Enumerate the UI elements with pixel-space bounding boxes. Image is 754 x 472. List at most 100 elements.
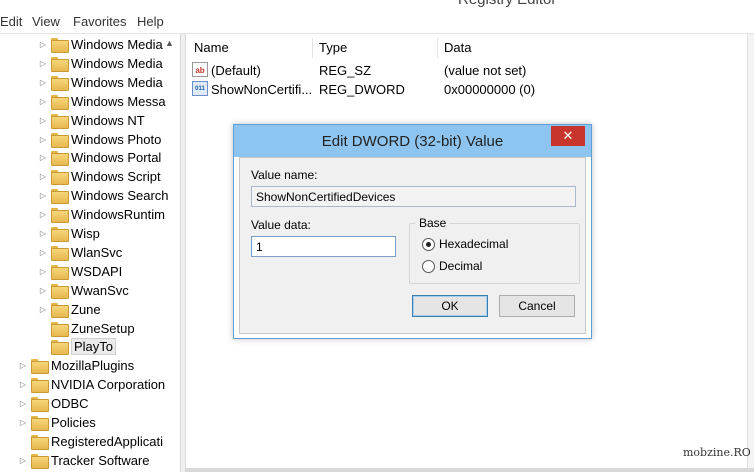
expand-arrow-icon[interactable]: ▷ — [38, 300, 48, 319]
tree-item[interactable]: ▷ Windows Script — [38, 167, 161, 186]
expand-arrow-icon[interactable]: ▷ — [38, 92, 48, 111]
value-type: REG_DWORD — [319, 82, 405, 97]
folder-icon — [51, 170, 69, 186]
window-title: Registry Editor — [458, 0, 556, 8]
folder-icon — [51, 340, 69, 356]
expand-arrow-icon[interactable]: ▷ — [38, 111, 48, 130]
tree-scroll-up-arrow-icon[interactable]: ▲ — [165, 38, 174, 48]
tree-item-label: MozillaPlugins — [51, 358, 135, 374]
expand-arrow-icon[interactable]: ▷ — [38, 167, 48, 186]
tree-item-label: Windows Portal — [71, 150, 162, 166]
radio-unchecked-icon[interactable] — [422, 259, 435, 273]
value-data-field[interactable] — [251, 236, 396, 257]
radio-checked-icon[interactable] — [422, 237, 435, 251]
tree-item-label: Windows Media — [71, 55, 163, 71]
tree-item[interactable]: ▷ WSDAPI — [38, 262, 122, 281]
tree-item[interactable]: ▷ Windows Photo — [38, 130, 161, 149]
tree-item[interactable]: ▷ Windows Portal — [38, 148, 161, 167]
expand-arrow-icon[interactable]: ▷ — [18, 356, 28, 375]
expand-arrow-icon[interactable]: ▷ — [38, 35, 48, 54]
tree-item[interactable]: ▷ Windows NT — [38, 111, 145, 130]
folder-icon — [51, 321, 69, 337]
cancel-button[interactable]: Cancel — [499, 295, 575, 317]
tree-item[interactable]: ▷ Windows Messa — [38, 92, 166, 111]
tree-item[interactable]: ▷ Windows Media — [38, 35, 163, 54]
tree-item[interactable]: ▷ WlanSvc — [38, 243, 122, 262]
tree-item[interactable]: ▷ Windows Search — [38, 186, 169, 205]
tree-item[interactable]: ▷ Windows Media — [38, 73, 163, 92]
tree-item-label: Windows NT — [71, 112, 145, 128]
column-header-data[interactable]: Data — [444, 40, 471, 55]
list-item[interactable]: ab (Default) REG_SZ (value not set) — [186, 61, 746, 80]
tree-item-label: RegisteredApplicati — [51, 433, 164, 449]
menu-help[interactable]: Help — [137, 14, 164, 29]
tree-item[interactable]: PlayTo — [38, 337, 117, 356]
tree-item-label: Windows Messa — [71, 93, 166, 109]
tree-item[interactable]: ▷ Policies — [18, 413, 96, 432]
column-header-type[interactable]: Type — [319, 40, 347, 55]
tree-item[interactable]: ▷ Tracker Software — [18, 451, 150, 470]
folder-icon — [31, 434, 49, 450]
tree-item[interactable]: ▷ Wisp — [38, 224, 100, 243]
hexadecimal-radio[interactable]: Hexadecimal — [422, 237, 508, 251]
tree-item[interactable]: ZuneSetup — [38, 319, 135, 338]
value-data: (value not set) — [444, 63, 527, 78]
tree-line-icon — [18, 432, 28, 451]
expand-arrow-icon[interactable]: ▷ — [18, 413, 28, 432]
tree-item[interactable]: ▷ NVIDIA Corporation — [18, 375, 165, 394]
window-titlebar: Registry Editor — [0, 0, 754, 10]
value-name: (Default) — [211, 63, 261, 78]
expand-arrow-icon[interactable]: ▷ — [38, 73, 48, 92]
tree-item-label: ODBC — [51, 396, 89, 412]
expand-arrow-icon[interactable]: ▷ — [38, 54, 48, 73]
list-item[interactable]: 011 ShowNonCertifi... REG_DWORD 0x000000… — [186, 80, 746, 99]
tree-item-label: WlanSvc — [71, 244, 123, 260]
column-separator[interactable] — [312, 38, 313, 58]
expand-arrow-icon[interactable]: ▷ — [38, 243, 48, 262]
tree-item[interactable]: ▷ Windows Media — [38, 54, 163, 73]
menu-favorites[interactable]: Favorites — [73, 14, 126, 29]
close-button[interactable]: ✕ — [551, 126, 585, 146]
expand-arrow-icon[interactable]: ▷ — [38, 281, 48, 300]
edit-dword-dialog: Edit DWORD (32-bit) Value ✕ Value name: … — [233, 124, 592, 339]
folder-icon — [51, 151, 69, 167]
expand-arrow-icon[interactable]: ▷ — [18, 375, 28, 394]
tree-item-label: Windows Script — [71, 169, 161, 185]
expand-arrow-icon[interactable]: ▷ — [38, 224, 48, 243]
tree-item[interactable]: ▷ ODBC — [18, 394, 89, 413]
values-vertical-scrollbar[interactable] — [747, 34, 754, 468]
expand-arrow-icon[interactable]: ▷ — [38, 130, 48, 149]
value-name-field[interactable] — [251, 186, 576, 207]
folder-icon — [51, 189, 69, 205]
menu-view[interactable]: View — [32, 14, 60, 29]
value-name-label: Value name: — [251, 168, 318, 182]
tree-item[interactable]: ▷ WwanSvc — [38, 281, 129, 300]
tree-item[interactable]: ▷ Zune — [38, 300, 101, 319]
expand-arrow-icon[interactable]: ▷ — [38, 186, 48, 205]
dialog-title: Edit DWORD (32-bit) Value — [321, 133, 504, 150]
decimal-radio[interactable]: Decimal — [422, 259, 482, 273]
dialog-titlebar[interactable]: Edit DWORD (32-bit) Value ✕ — [234, 125, 591, 157]
folder-icon — [51, 208, 69, 224]
column-separator[interactable] — [437, 38, 438, 58]
expand-arrow-icon[interactable]: ▷ — [18, 394, 28, 413]
registry-key-tree[interactable]: ▷ Windows Media ▷ Windows Media ▷ Windows Med… — [0, 34, 180, 472]
expand-arrow-icon[interactable]: ▷ — [38, 262, 48, 281]
tree-item-label: Zune — [71, 301, 101, 317]
tree-item[interactable]: ▷ MozillaPlugins — [18, 356, 134, 375]
folder-icon — [31, 453, 49, 469]
tree-item-label: WSDAPI — [71, 263, 123, 279]
menu-edit[interactable]: Edit — [0, 14, 22, 29]
value-data-label: Value data: — [251, 218, 311, 232]
tree-item[interactable]: RegisteredApplicati — [18, 432, 163, 451]
expand-arrow-icon[interactable]: ▷ — [38, 148, 48, 167]
expand-arrow-icon[interactable]: ▷ — [38, 205, 48, 224]
tree-item-label: WindowsRuntim — [71, 207, 165, 223]
folder-icon — [31, 416, 49, 431]
folder-icon — [31, 397, 49, 413]
column-header-name[interactable]: Name — [194, 40, 229, 55]
expand-arrow-icon[interactable]: ▷ — [18, 451, 28, 470]
ok-button[interactable]: OK — [412, 295, 488, 317]
tree-item[interactable]: ▷ WindowsRuntim — [38, 205, 165, 224]
hexadecimal-label: Hexadecimal — [439, 237, 509, 251]
